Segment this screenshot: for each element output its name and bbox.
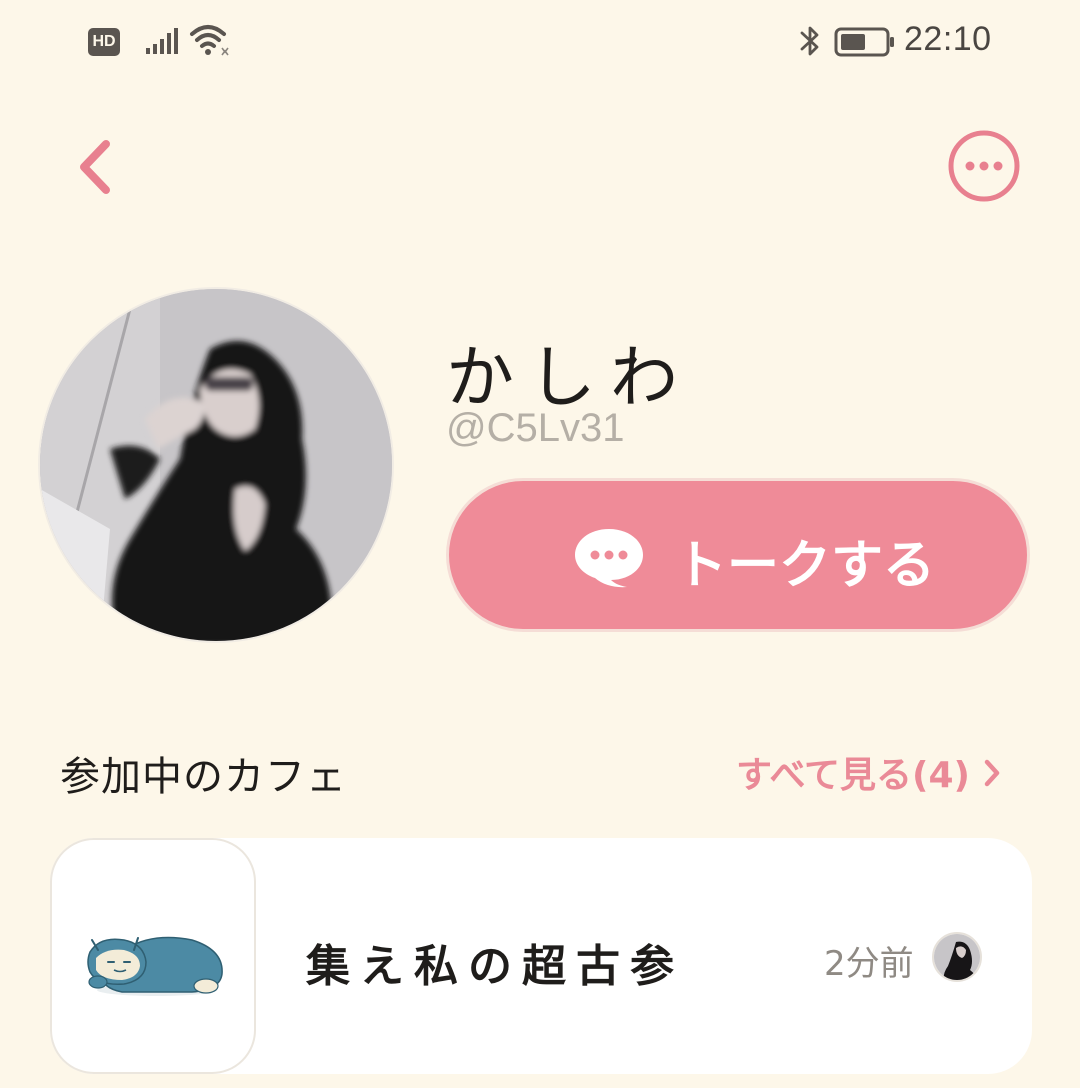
chat-bubble-icon: [575, 529, 643, 588]
status-clock: 22:10: [904, 20, 992, 58]
status-bar: HD 22:10: [0, 0, 1080, 84]
more-horizontal-circle-icon: [948, 130, 1020, 202]
talk-button-label: トークする: [675, 536, 936, 596]
chevron-right-icon[interactable]: [982, 756, 1002, 790]
battery-icon: [834, 27, 894, 57]
chevron-left-icon: [80, 140, 110, 194]
cafe-thumbnail: [50, 838, 256, 1074]
cafe-list-item[interactable]: 集え私の超古参 2分前: [50, 838, 1032, 1074]
talk-button[interactable]: トークする: [446, 478, 1030, 632]
profile-avatar[interactable]: [38, 287, 394, 643]
sleeping-creature-illustration: [87, 936, 223, 996]
signal-icon: [146, 28, 178, 54]
bluetooth-icon: [800, 26, 819, 56]
cafe-name: 集え私の超古参: [306, 941, 684, 992]
cafe-last-activity: 2分前: [824, 944, 914, 984]
hd-icon: HD: [88, 28, 120, 56]
see-all-link[interactable]: すべて見る(4): [736, 746, 970, 798]
user-handle: @C5Lv31: [446, 406, 625, 450]
section-title-joined-cafes: 参加中のカフェ: [60, 754, 347, 800]
member-avatar-photo: [934, 934, 980, 980]
more-options-button[interactable]: [946, 128, 1022, 204]
back-button[interactable]: [70, 132, 130, 202]
member-avatar: [932, 932, 982, 982]
profile-photo: [40, 289, 392, 641]
wifi-icon: [190, 25, 229, 56]
